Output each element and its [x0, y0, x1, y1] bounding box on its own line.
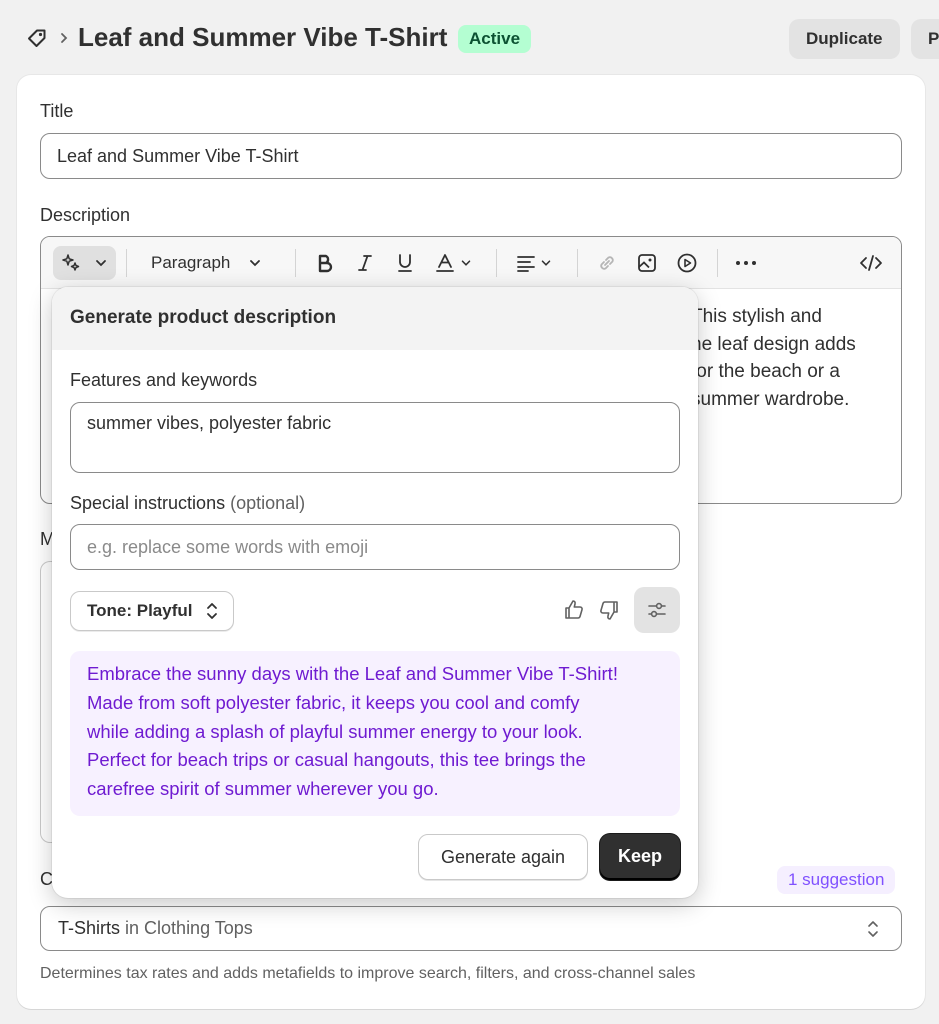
features-label: Features and keywords: [70, 370, 258, 390]
generated-line: Perfect for beach trips or casual hangou…: [87, 749, 586, 771]
description-line: he leaf design adds: [691, 333, 856, 355]
description-line: This stylish and: [691, 306, 822, 327]
description-text: This stylish and he leaf design adds for…: [691, 303, 901, 413]
chevron-down-icon: [95, 260, 106, 267]
chevron-down-icon: [250, 260, 260, 267]
bold-icon[interactable]: [311, 246, 339, 280]
align-icon[interactable]: [511, 246, 557, 280]
title-label: Title: [40, 101, 74, 121]
description-label: Description: [40, 205, 131, 225]
generate-again-button[interactable]: Generate again: [418, 834, 588, 880]
description-line: for the beach or a: [691, 361, 840, 382]
category-value: T-Shirts: [58, 918, 121, 938]
generated-line: Embrace the sunny days with the Leaf and…: [87, 663, 618, 684]
magic-button[interactable]: [53, 246, 116, 280]
optional-text: (optional): [230, 493, 306, 513]
special-instructions-label: Special instructions (optional): [70, 493, 305, 514]
generated-line: Made from soft polyester fabric, it keep…: [87, 691, 580, 713]
status-badge: Active: [458, 25, 532, 53]
page-title: Leaf and Summer Vibe T-Shirt: [78, 22, 448, 52]
settings-sliders-icon[interactable]: [634, 587, 680, 633]
paragraph-label: Paragraph: [151, 253, 231, 272]
generated-description: Embrace the sunny days with the Leaf and…: [70, 651, 680, 816]
thumbs-up-icon[interactable]: [557, 593, 591, 627]
duplicate-button[interactable]: Duplicate: [789, 19, 900, 59]
tone-select[interactable]: Tone: Playful: [70, 591, 234, 631]
preview-button[interactable]: P: [911, 19, 939, 59]
more-icon[interactable]: [731, 246, 761, 280]
keep-button[interactable]: Keep: [600, 834, 680, 880]
title-input[interactable]: Leaf and Summer Vibe T-Shirt: [40, 133, 902, 179]
category-help-text: Determines tax rates and adds metafields…: [40, 965, 696, 982]
generated-line: carefree spirit of summer wherever you g…: [87, 778, 439, 800]
select-icon: [868, 921, 878, 937]
description-line: summer wardrobe.: [691, 388, 850, 410]
image-icon[interactable]: [633, 246, 661, 280]
popover-title: Generate product description: [70, 307, 337, 328]
magic-icon: [61, 254, 79, 271]
italic-icon[interactable]: [351, 246, 379, 280]
features-input[interactable]: summer vibes, polyester fabric: [70, 402, 680, 473]
tone-label: Tone: Playful: [87, 601, 193, 620]
select-icon: [207, 603, 217, 619]
generated-line: while adding a splash of playful summer …: [87, 720, 583, 742]
category-select[interactable]: T-Shirts in Clothing Tops: [40, 906, 902, 951]
editor-toolbar: Paragraph: [41, 237, 901, 289]
code-icon[interactable]: [856, 246, 886, 280]
tag-icon[interactable]: [26, 27, 48, 49]
text-color-icon[interactable]: [431, 246, 477, 280]
video-icon[interactable]: [673, 246, 701, 280]
popover-header: Generate product description: [52, 287, 698, 350]
underline-icon[interactable]: [391, 246, 419, 280]
suggestion-badge[interactable]: 1 suggestion: [777, 866, 896, 894]
link-icon[interactable]: [593, 246, 621, 280]
thumbs-down-icon[interactable]: [592, 593, 626, 627]
paragraph-select[interactable]: Paragraph: [137, 246, 277, 280]
generate-description-popover: Generate product description Features an…: [52, 287, 698, 898]
category-path: in Clothing Tops: [125, 918, 253, 938]
special-instructions-input[interactable]: e.g. replace some words with emoji: [70, 524, 680, 570]
special-label-text: Special instructions: [70, 493, 226, 513]
page-header: Leaf and Summer Vibe T-Shirt Active Dupl…: [0, 0, 939, 76]
chevron-right-icon: [58, 28, 70, 48]
